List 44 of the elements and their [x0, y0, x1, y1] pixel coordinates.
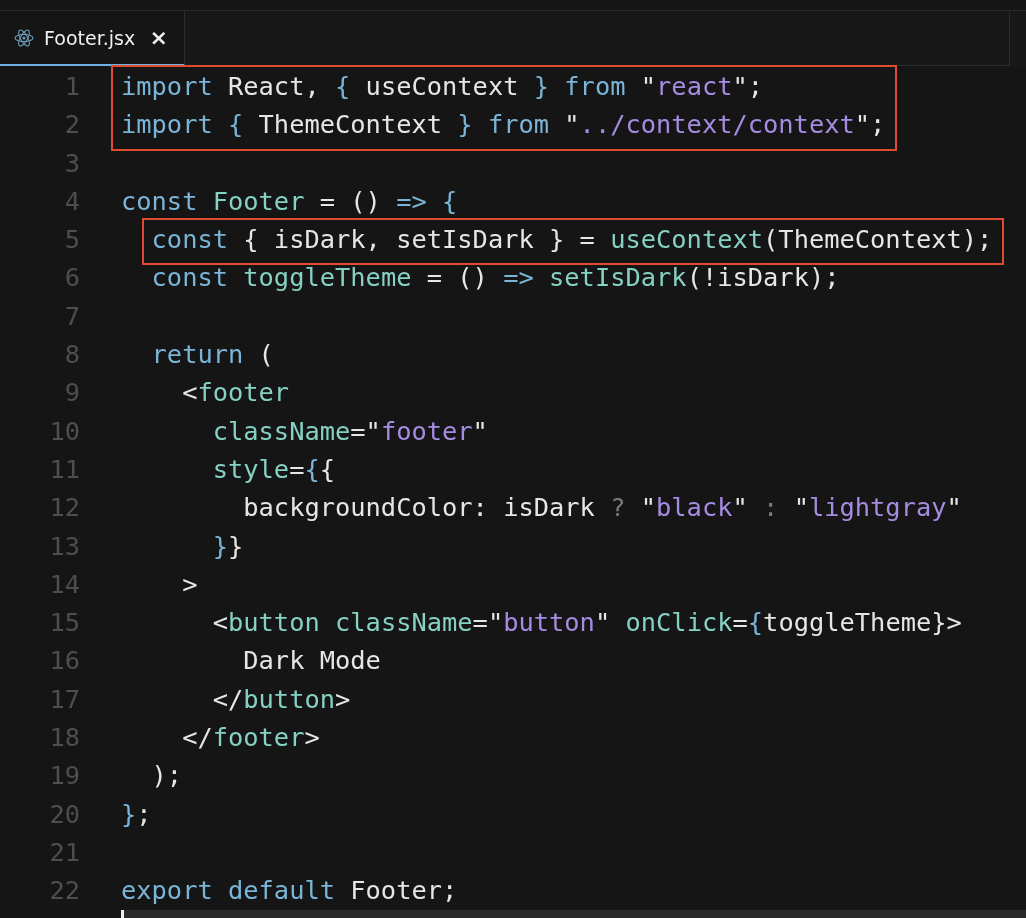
- line-number: 21: [48, 835, 80, 869]
- code-line: }}: [211, 529, 244, 563]
- code-line: className="footer": [211, 414, 488, 448]
- line-number: 1: [63, 70, 80, 103]
- code-line: return (: [150, 338, 274, 372]
- code-line: </footer>: [181, 721, 320, 755]
- line-number: 14: [48, 567, 80, 601]
- code-line: import { ThemeContext } from "../context/context";: [121, 108, 886, 142]
- code-line: };: [121, 797, 152, 831]
- code-line: >: [181, 567, 198, 601]
- editor-tab[interactable]: Footer.jsx ×: [0, 11, 185, 66]
- code-line: </button>: [211, 682, 351, 716]
- line-number: 13: [48, 529, 80, 563]
- line-number: 15: [48, 606, 80, 640]
- line-number: 22: [48, 874, 80, 908]
- code-line: <button className="button" onClick={toggleTheme}>: [211, 606, 962, 640]
- line-number: 5: [63, 223, 80, 257]
- code-line: const toggleTheme = () => setIsDark(!isDark);: [150, 261, 840, 295]
- line-number: 10: [48, 414, 80, 448]
- line-number: 8: [63, 338, 80, 372]
- code-line: style={{: [211, 452, 336, 486]
- line-number: 4: [63, 184, 80, 218]
- close-icon[interactable]: ×: [149, 25, 168, 50]
- line-number: 12: [48, 491, 80, 525]
- line-number: 3: [63, 146, 80, 180]
- line-number: 18: [48, 721, 80, 755]
- code-line: import React, { useContext } from "react";: [121, 70, 765, 103]
- code-line: <footer: [181, 376, 290, 410]
- line-number: 7: [63, 299, 80, 333]
- line-number: 11: [48, 452, 80, 486]
- line-number: 17: [48, 682, 80, 716]
- code-line: const { isDark, setIsDark } = useContext(ThemeContext);: [151, 223, 993, 257]
- line-number: 2: [63, 108, 80, 142]
- code-line: const Footer = () => {: [121, 184, 458, 218]
- line-number: 6: [63, 261, 80, 295]
- code-line: Dark Mode: [242, 644, 381, 678]
- code-line: );: [150, 759, 183, 793]
- code-line: export default Footer;: [121, 874, 458, 908]
- code-line: backgroundColor: isDark ? "black" : "lightgray": [242, 491, 962, 525]
- line-number: 16: [48, 644, 80, 678]
- line-number: 19: [48, 759, 80, 793]
- line-number: 20: [48, 797, 80, 831]
- line-number: 9: [63, 376, 80, 410]
- react-atom-icon: [14, 27, 34, 48]
